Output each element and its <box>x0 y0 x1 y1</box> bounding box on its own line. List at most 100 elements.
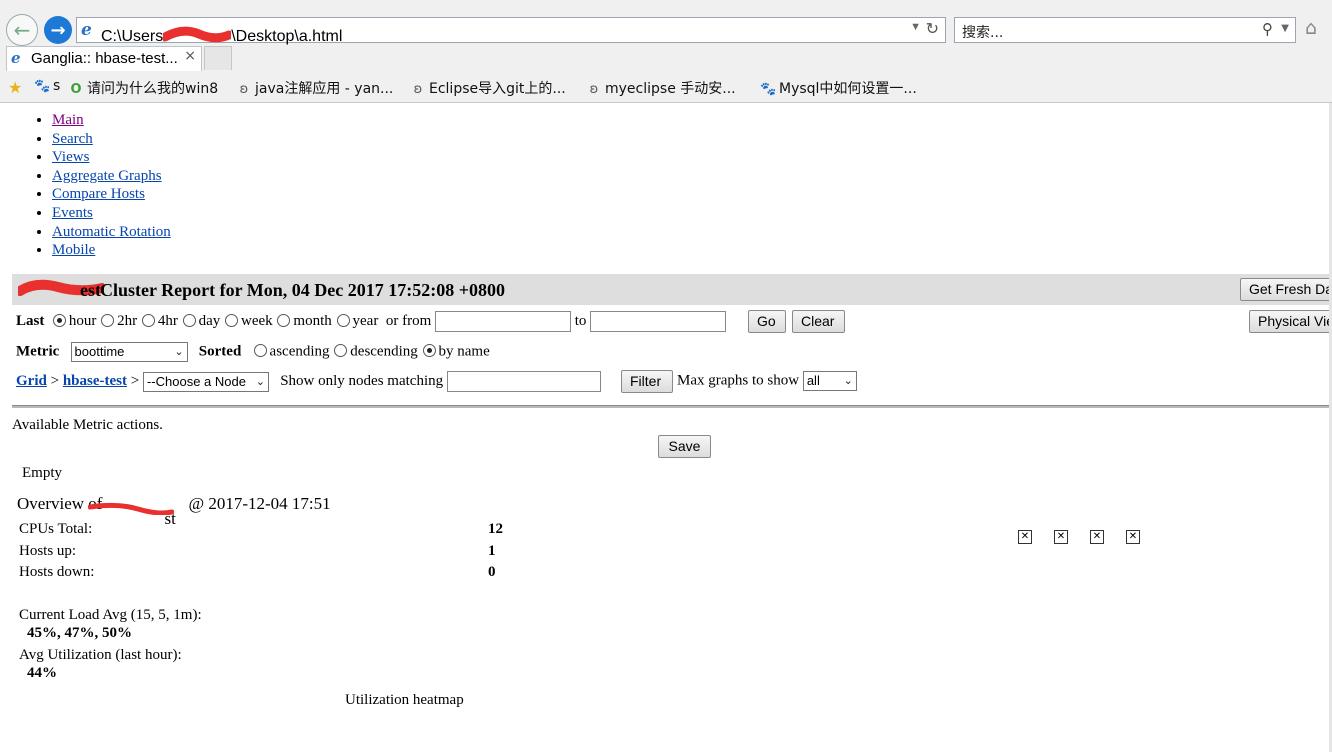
go-button[interactable]: Go <box>748 310 786 333</box>
paw-icon: 🐾 <box>34 79 51 94</box>
sort-option-label: descending <box>350 343 418 360</box>
nav-item-main: Main <box>52 111 171 130</box>
clear-button[interactable]: Clear <box>792 310 845 333</box>
back-button[interactable]: ← <box>6 14 38 46</box>
broken-image-icon: ✕ <box>1018 530 1032 544</box>
nav-link-aggregate-graphs[interactable]: Aggregate Graphs <box>52 168 162 184</box>
range-option-label: year <box>352 312 379 329</box>
ganglia-nav: Main Search Views Aggregate Graphs Compa… <box>34 111 171 260</box>
page-content: Main Search Views Aggregate Graphs Compa… <box>0 103 1332 752</box>
range-radio-week[interactable] <box>225 313 239 327</box>
breadcrumb-cluster-link[interactable]: hbase-test <box>63 373 127 389</box>
home-icon[interactable]: ⌂ <box>1305 17 1317 39</box>
new-tab-button[interactable] <box>204 46 232 70</box>
breadcrumb-separator: > <box>50 372 60 389</box>
favorite-item[interactable]: ʚ myeclipse 手动安... <box>586 78 736 98</box>
max-graphs-select[interactable]: all ⌄ <box>802 371 857 391</box>
nav-item-compare-hosts: Compare Hosts <box>52 185 171 204</box>
address-dropdown-icon[interactable]: ▼ <box>910 21 921 33</box>
time-range-row: Last hour 2hr 4hr day week month year or… <box>16 311 727 332</box>
metric-select[interactable]: boottime ⌄ <box>70 342 188 362</box>
address-url: C:\Users \Desktop\a.html <box>101 21 342 46</box>
stat-label: CPUs Total: <box>19 521 93 537</box>
favorite-item[interactable]: ʚ Eclipse导入git上的... <box>410 78 566 98</box>
node-select[interactable]: --Choose a Node ⌄ <box>142 371 269 392</box>
range-radio-2hr[interactable] <box>101 313 115 327</box>
stat-value: 0 <box>488 564 496 580</box>
range-option-label: day <box>198 312 221 329</box>
sort-option-label: by name <box>438 343 490 360</box>
stat-label: Hosts up: <box>19 543 77 559</box>
scroll-icon: ʚ <box>589 82 599 97</box>
favorite-item[interactable]: 🐾 Mysql中如何设置一... <box>760 78 917 98</box>
stat-value: 12 <box>488 521 503 537</box>
nav-link-search[interactable]: Search <box>52 131 93 147</box>
max-graphs-label: Max graphs to show <box>677 372 800 389</box>
address-bar[interactable]: e C:\Users \Desktop\a.html ▼ ↻ <box>76 17 946 46</box>
range-radio-year[interactable] <box>336 313 350 327</box>
paw-icon: 🐾 <box>760 82 777 97</box>
tab-title: Ganglia:: hbase-test... <box>31 50 178 67</box>
breadcrumb-grid-link[interactable]: Grid <box>16 373 47 389</box>
save-button[interactable]: Save <box>658 435 711 458</box>
cluster-report-header: est Cluster Report for Mon, 04 Dec 2017 … <box>12 274 1332 305</box>
tab-close-icon[interactable]: × <box>184 48 196 64</box>
util-label: Avg Utilization (last hour): <box>19 647 182 663</box>
favorite-item[interactable]: ʚ java注解应用 - yan... <box>236 78 394 98</box>
range-option-label: week <box>241 312 273 329</box>
sorted-label: Sorted <box>198 343 242 360</box>
breadcrumb: Grid > hbase-test > --Choose a Node ⌄ Sho… <box>16 371 601 392</box>
filter-button[interactable]: Filter <box>621 370 673 393</box>
sort-radio-descending[interactable] <box>334 344 348 358</box>
range-from-input[interactable] <box>434 311 571 332</box>
nav-item-mobile: Mobile <box>52 241 171 260</box>
sort-radio-by-name[interactable] <box>422 344 436 358</box>
browser-360-icon: O <box>70 82 82 97</box>
favorite-item[interactable]: O 请问为什么我的win8 <box>68 78 218 98</box>
breadcrumb-separator: > <box>130 372 140 389</box>
browser-search-box[interactable]: 搜索... ⚲ ▼ <box>954 17 1296 43</box>
scroll-icon: ʚ <box>239 82 249 97</box>
nav-item-search: Search <box>52 130 171 149</box>
scroll-icon: ʚ <box>413 82 423 97</box>
ie-tab-icon: e <box>11 49 21 67</box>
nav-link-events[interactable]: Events <box>52 205 93 221</box>
metric-actions-text: Available Metric actions. <box>12 417 163 433</box>
range-radio-hour[interactable] <box>52 313 66 327</box>
search-icon[interactable]: ⚲ <box>1262 20 1273 38</box>
nav-link-mobile[interactable]: Mobile <box>52 242 95 258</box>
forward-button[interactable]: → <box>44 16 72 44</box>
search-dropdown-icon[interactable]: ▼ <box>1281 23 1289 34</box>
favorite-item[interactable]: 🐾 s <box>34 78 60 94</box>
nav-link-main[interactable]: Main <box>52 112 84 128</box>
range-option-label: 2hr <box>117 312 138 329</box>
node-filter-input[interactable] <box>446 371 601 392</box>
get-fresh-data-button[interactable]: Get Fresh Data <box>1240 278 1332 301</box>
max-graphs-value: all <box>806 373 820 388</box>
nav-link-compare-hosts[interactable]: Compare Hosts <box>52 186 145 202</box>
range-radio-4hr[interactable] <box>141 313 155 327</box>
favorites-bar: ★ 🐾 s O 请问为什么我的win8 ʚ java注解应用 - yan... ʚ Ec… <box>0 72 1332 102</box>
chevron-down-icon: ⌄ <box>843 374 853 387</box>
node-select-value: --Choose a Node <box>146 373 246 389</box>
physical-view-button[interactable]: Physical View <box>1249 310 1332 333</box>
nav-link-automatic-rotation[interactable]: Automatic Rotation <box>52 224 171 240</box>
browser-chrome: ← → e C:\Users \Desktop\a.html ▼ ↻ 搜索... … <box>0 0 1332 103</box>
or-from-label: or from <box>385 312 432 329</box>
favorites-star-icon[interactable]: ★ <box>8 78 22 97</box>
forward-arrow-icon: → <box>50 19 66 41</box>
load-label: Current Load Avg (15, 5, 1m): <box>19 607 202 623</box>
load-value: 45%, 47%, 50% <box>27 625 132 641</box>
metric-row: Metric boottime ⌄ Sorted ascending descen… <box>16 342 490 362</box>
refresh-icon[interactable]: ↻ <box>926 19 939 39</box>
util-value: 44% <box>27 665 57 681</box>
sort-radio-ascending[interactable] <box>253 344 267 358</box>
nav-item-views: Views <box>52 148 171 167</box>
heatmap-label: Utilization heatmap <box>345 692 464 708</box>
range-radio-month[interactable] <box>277 313 291 327</box>
metric-select-value: boottime <box>74 344 125 359</box>
tab-ganglia[interactable]: e Ganglia:: hbase-test... × <box>6 46 202 71</box>
nav-link-views[interactable]: Views <box>52 149 89 165</box>
range-radio-day[interactable] <box>182 313 196 327</box>
range-to-input[interactable] <box>590 311 727 332</box>
